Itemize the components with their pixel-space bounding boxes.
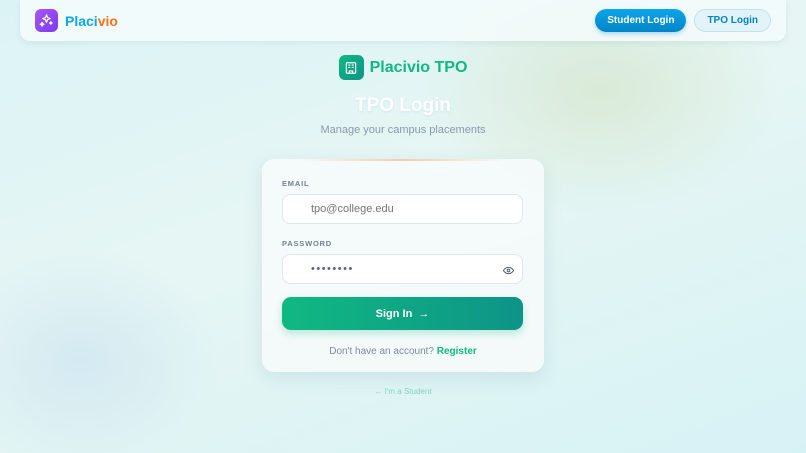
brand-name: Placivio: [65, 13, 118, 29]
sign-in-button[interactable]: Sign In →: [282, 297, 523, 330]
email-label: EMAIL: [282, 179, 310, 188]
login-card: EMAIL PASSWORD Sign In → Don't have an a…: [262, 159, 544, 372]
page-subtitle: Manage your campus placements: [320, 124, 486, 136]
brand-name-part-2: vio: [97, 12, 118, 29]
register-link[interactable]: Register: [437, 346, 477, 357]
sign-in-label: Sign In: [375, 307, 413, 320]
tpo-login-button[interactable]: TPO Login: [694, 9, 771, 32]
eye-icon[interactable]: [502, 264, 514, 276]
hero-brand-name: Placivio TPO: [369, 58, 468, 76]
student-login-button[interactable]: Student Login: [595, 9, 687, 32]
email-field[interactable]: [311, 203, 496, 215]
top-navbar: Placivio Student Login TPO Login: [20, 0, 786, 41]
student-back-link[interactable]: ← I'm a Student: [0, 387, 806, 396]
nav-actions: Student Login TPO Login: [595, 9, 771, 32]
hero-brand: Placivio TPO: [0, 55, 806, 80]
register-prompt-text: Don't have an account?: [329, 346, 434, 357]
password-field-wrapper: [282, 254, 523, 284]
building-icon: [338, 55, 364, 80]
arrow-right-icon: →: [418, 307, 430, 320]
brand[interactable]: Placivio: [35, 9, 118, 32]
password-label: PASSWORD: [282, 239, 333, 248]
register-prompt: Don't have an account? Register: [282, 346, 524, 357]
email-field-wrapper: [282, 194, 523, 224]
sparkles-icon: [35, 9, 58, 32]
brand-name-part-1: Placi: [65, 12, 98, 29]
password-field[interactable]: [311, 263, 496, 275]
page-title: TPO Login: [354, 95, 452, 116]
